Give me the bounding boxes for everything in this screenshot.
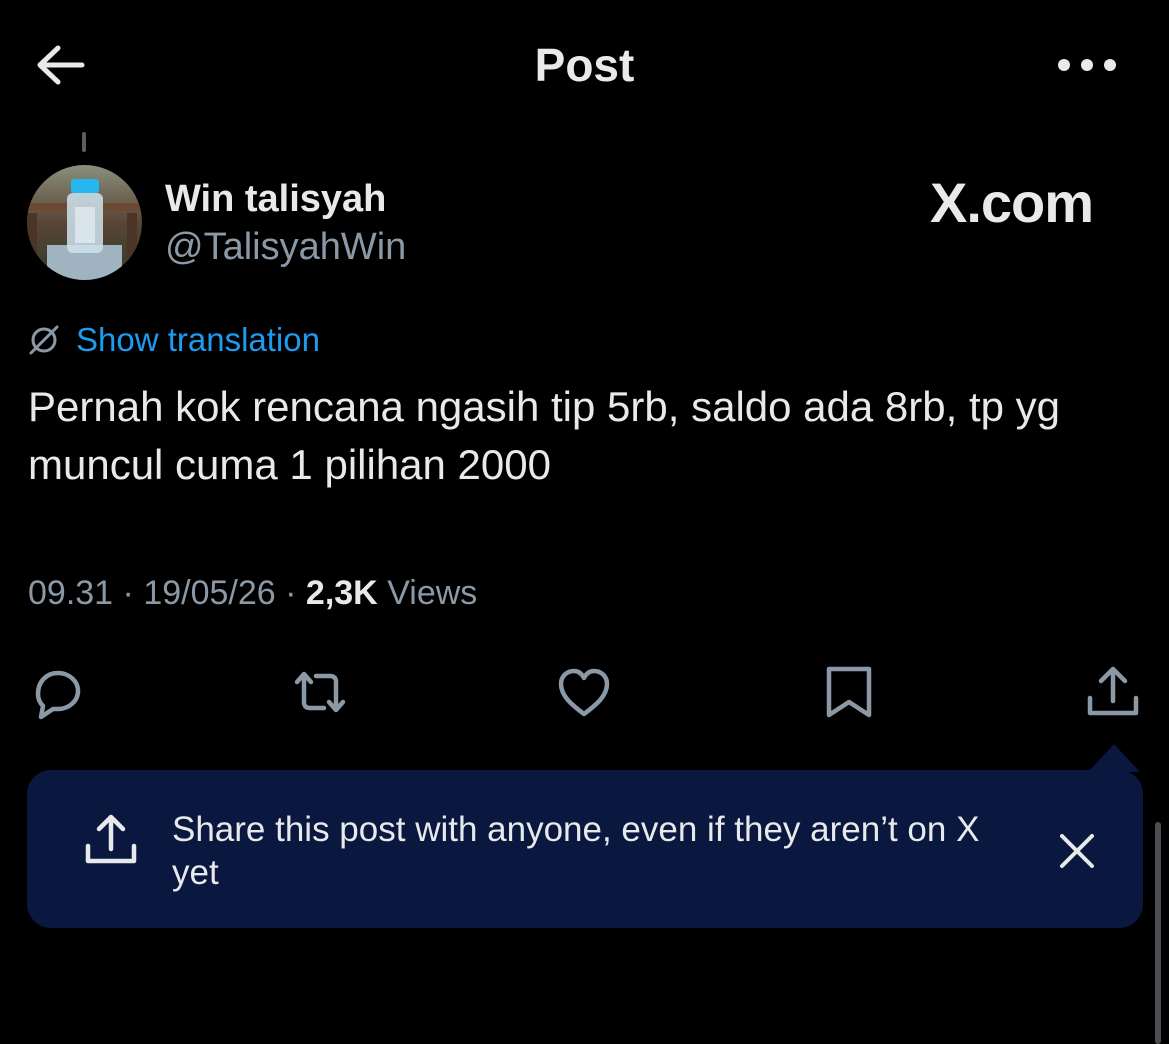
share-tooltip: Share this post with anyone, even if the… <box>27 770 1143 928</box>
tooltip-pointer <box>1088 744 1140 772</box>
post-time: 09.31 <box>28 574 114 612</box>
post-body-text: Pernah kok rencana ngasih tip 5rb, saldo… <box>28 383 1060 488</box>
bookmark-icon <box>826 666 872 718</box>
views-label: Views <box>387 574 478 612</box>
watermark-text: X.com <box>930 171 1094 234</box>
like-button[interactable] <box>552 660 616 724</box>
like-icon <box>558 668 610 717</box>
reply-icon <box>35 670 81 720</box>
meta-separator: · <box>285 574 297 612</box>
author-name[interactable]: Win talisyah <box>165 178 386 221</box>
post-metadata: 09.31 · 19/05/26 · 2,3K Views <box>28 574 477 613</box>
show-translation-link[interactable]: Show translation <box>26 318 320 362</box>
share-icon <box>85 814 137 864</box>
more-options-button[interactable] <box>1052 50 1122 80</box>
close-icon <box>1060 834 1094 868</box>
tooltip-message: Share this post with anyone, even if the… <box>172 810 980 892</box>
show-translation-label: Show translation <box>76 321 320 358</box>
author-handle[interactable]: @TalisyahWin <box>165 226 406 269</box>
more-horizontal-icon <box>1058 59 1116 71</box>
arrow-left-icon <box>37 45 85 85</box>
back-button[interactable] <box>30 40 90 90</box>
tooltip-close-button[interactable] <box>1052 826 1102 876</box>
reply-button[interactable] <box>24 660 88 724</box>
bookmark-button[interactable] <box>817 660 881 724</box>
avatar-image <box>27 165 142 280</box>
scrollbar[interactable] <box>1155 822 1161 1044</box>
repost-button[interactable] <box>288 660 352 724</box>
share-icon <box>1087 666 1139 716</box>
page-title: Post <box>534 39 635 91</box>
views-count: 2,3K <box>305 574 378 612</box>
avatar[interactable] <box>27 165 142 280</box>
translate-slash-icon <box>29 325 59 355</box>
meta-separator: · <box>122 574 134 612</box>
top-bar: Post <box>0 0 1169 130</box>
repost-icon <box>294 671 346 713</box>
post-date: 19/05/26 <box>143 574 276 612</box>
share-button[interactable] <box>1081 660 1145 724</box>
thread-connector-line <box>82 132 86 152</box>
